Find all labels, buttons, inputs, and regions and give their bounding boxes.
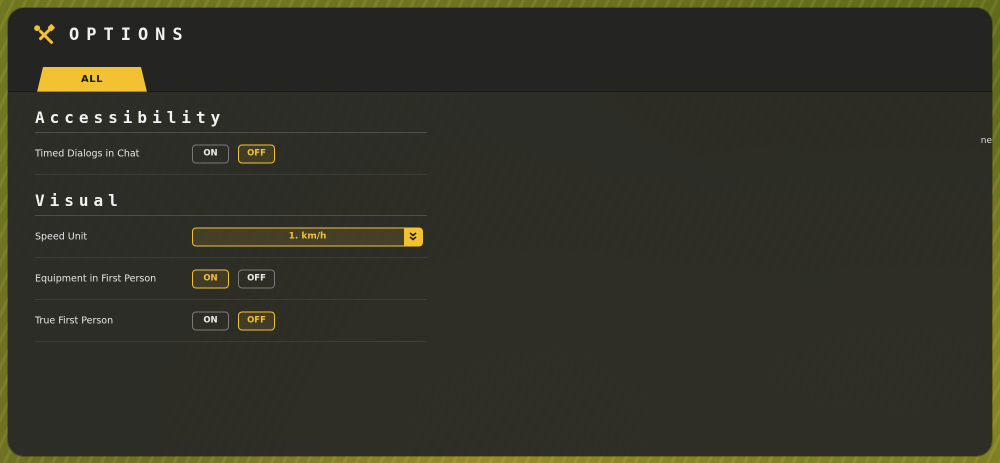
toggle-equipment-first-person: ON OFF xyxy=(192,269,275,288)
options-panel: OPTIONS ALL ne Accessibility Timed Dialo… xyxy=(8,8,992,456)
dropdown-value: 1. km/h xyxy=(288,231,327,242)
setting-row-timed-dialogs: Timed Dialogs in Chat ON OFF xyxy=(35,133,427,175)
toggle-timed-dialogs: ON OFF xyxy=(192,144,275,163)
setting-label: Equipment in First Person xyxy=(35,273,157,284)
on-button[interactable]: ON xyxy=(192,311,229,330)
speed-unit-dropdown[interactable]: 1. km/h xyxy=(192,227,423,246)
section-title-visual: Visual xyxy=(35,191,123,210)
off-button[interactable]: OFF xyxy=(238,311,275,330)
settings-list: Accessibility Timed Dialogs in Chat ON O… xyxy=(35,108,427,342)
on-button[interactable]: ON xyxy=(192,144,229,163)
options-header xyxy=(8,8,992,92)
on-button[interactable]: ON xyxy=(192,269,229,288)
setting-row-equipment-first-person: Equipment in First Person ON OFF xyxy=(35,258,427,300)
setting-row-speed-unit: Speed Unit 1. km/h xyxy=(35,216,427,258)
edge-text-fragment: ne xyxy=(980,136,992,146)
title-row: OPTIONS xyxy=(33,24,190,46)
tab-all[interactable]: ALL xyxy=(37,67,147,92)
off-button[interactable]: OFF xyxy=(238,269,275,288)
off-button[interactable]: OFF xyxy=(238,144,275,163)
setting-label: Speed Unit xyxy=(35,231,88,242)
chevron-down-icon[interactable] xyxy=(404,228,422,245)
setting-label: True First Person xyxy=(35,315,114,326)
setting-label: Timed Dialogs in Chat xyxy=(35,148,140,159)
section-title-accessibility: Accessibility xyxy=(35,108,226,127)
setting-row-true-first-person: True First Person ON OFF xyxy=(35,300,427,342)
toggle-true-first-person: ON OFF xyxy=(192,311,275,330)
tools-icon xyxy=(34,24,55,45)
tab-divider xyxy=(8,91,992,92)
page-title: OPTIONS xyxy=(69,25,190,45)
